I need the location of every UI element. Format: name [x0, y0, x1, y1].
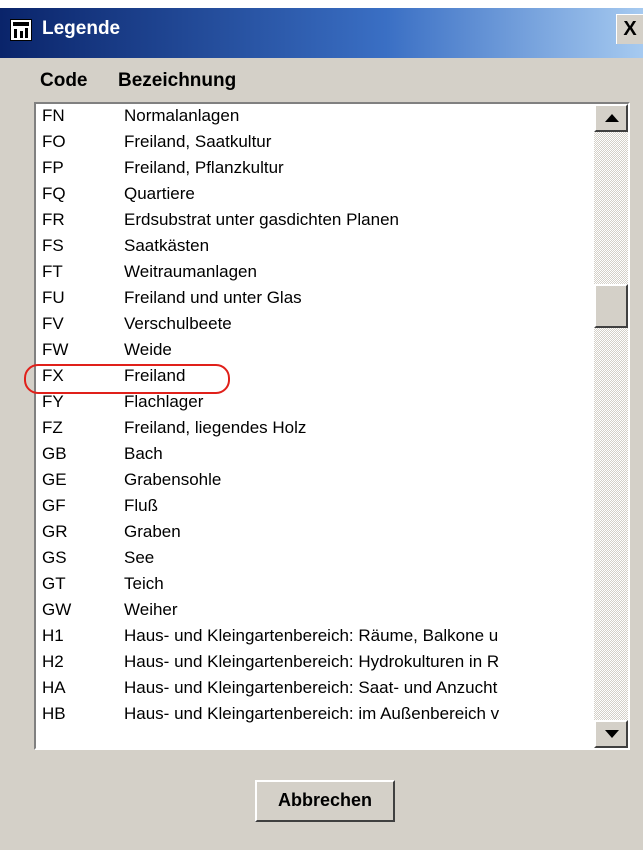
- column-header-code: Code: [40, 70, 88, 91]
- list-item[interactable]: GB Bach: [36, 442, 596, 468]
- list-item-bezeichnung: Flachlager: [124, 392, 204, 411]
- list-item-bezeichnung: Normalanlagen: [124, 106, 240, 125]
- list-item-bezeichnung: Weiher: [124, 600, 178, 619]
- list-item[interactable]: FO Freiland, Saatkultur: [36, 130, 596, 156]
- list-item-code: GW: [42, 600, 72, 619]
- list-item-code: HA: [42, 678, 66, 697]
- title-bar: Legende X: [0, 0, 643, 58]
- list-item-code: H1: [42, 626, 64, 645]
- list-item-bezeichnung: Haus- und Kleingartenbereich: Hydrokultu…: [124, 652, 500, 671]
- list-item-bezeichnung: Grabensohle: [124, 470, 222, 489]
- list-item-bezeichnung: Fluß: [124, 496, 158, 515]
- legend-listbox[interactable]: FN Normalanlagen FO Freiland, Saatkultur FP F…: [34, 102, 630, 750]
- list-item-bezeichnung: Quartiere: [124, 184, 195, 203]
- list-item-code: FS: [42, 236, 64, 255]
- list-item[interactable]: H2 Haus- und Kleingartenbereich: Hydrokul…: [36, 650, 596, 676]
- list-item[interactable]: HB Haus- und Kleingartenbereich: im Außen…: [36, 702, 596, 728]
- list-item-code: FQ: [42, 184, 66, 203]
- list-item[interactable]: FV Verschulbeete: [36, 312, 596, 338]
- arrow-up-icon: [605, 114, 619, 122]
- list-item-code: FN: [42, 106, 65, 125]
- list-item-bezeichnung: Freiland, Saatkultur: [124, 132, 272, 151]
- list-item-bezeichnung: Weide: [124, 340, 172, 359]
- list-item[interactable]: GW Weiher: [36, 598, 596, 624]
- list-item-bezeichnung: Bach: [124, 444, 163, 463]
- list-item[interactable]: H1 Haus- und Kleingartenbereich: Räume, B…: [36, 624, 596, 650]
- list-item[interactable]: HA Haus- und Kleingartenbereich: Saat- un…: [36, 676, 596, 702]
- abbrechen-button[interactable]: Abbrechen: [255, 780, 395, 822]
- highlight-ring: [24, 364, 230, 394]
- list-item-code: GR: [42, 522, 68, 541]
- list-item-bezeichnung: Weitraumanlagen: [124, 262, 257, 281]
- list-item[interactable]: FZ Freiland, liegendes Holz: [36, 416, 596, 442]
- scroll-thumb[interactable]: [594, 284, 628, 328]
- app-icon: [10, 19, 32, 41]
- list-item-bezeichnung: Freiland, liegendes Holz: [124, 418, 307, 437]
- list-item-bezeichnung: Erdsubstrat unter gasdichten Planen: [124, 210, 400, 229]
- list-item-code: FR: [42, 210, 65, 229]
- list-item[interactable]: GE Grabensohle: [36, 468, 596, 494]
- list-item-bezeichnung: Haus- und Kleingartenbereich: im Außenbe…: [124, 704, 500, 723]
- scroll-down-button[interactable]: [594, 720, 628, 748]
- list-item-bezeichnung: Freiland und unter Glas: [124, 288, 302, 307]
- list-item[interactable]: FT Weitraumanlagen: [36, 260, 596, 286]
- legend-list: FN Normalanlagen FO Freiland, Saatkultur FP F…: [36, 104, 596, 728]
- scroll-up-button[interactable]: [594, 104, 628, 132]
- dialog-client-area: Code Bezeichnung FN Normalanlagen FO Freila…: [0, 58, 643, 850]
- list-item-code: FV: [42, 314, 64, 333]
- list-item[interactable]: FQ Quartiere: [36, 182, 596, 208]
- list-item-code: FY: [42, 392, 64, 411]
- list-item[interactable]: FP Freiland, Pflanzkultur: [36, 156, 596, 182]
- title-bar-top-strip: [0, 0, 643, 8]
- list-item-bezeichnung: Teich: [124, 574, 164, 593]
- list-item-code: GE: [42, 470, 67, 489]
- list-item[interactable]: FU Freiland und unter Glas: [36, 286, 596, 312]
- list-item[interactable]: FW Weide: [36, 338, 596, 364]
- column-header-bezeichnung: Bezeichnung: [118, 70, 237, 91]
- list-item[interactable]: GS See: [36, 546, 596, 572]
- vertical-scrollbar[interactable]: [594, 104, 628, 748]
- list-item-code: FZ: [42, 418, 63, 437]
- list-item[interactable]: GR Graben: [36, 520, 596, 546]
- list-item-bezeichnung: See: [124, 548, 155, 567]
- list-item[interactable]: FN Normalanlagen: [36, 104, 596, 130]
- list-item[interactable]: GT Teich: [36, 572, 596, 598]
- list-item-code: FO: [42, 132, 66, 151]
- list-item-bezeichnung: Haus- und Kleingartenbereich: Saat- und …: [124, 678, 498, 697]
- list-item-code: FT: [42, 262, 63, 281]
- list-item-code: H2: [42, 652, 64, 671]
- list-item-code: FW: [42, 340, 69, 359]
- list-item-bezeichnung: Haus- und Kleingartenbereich: Räume, Bal…: [124, 626, 499, 645]
- list-item-bezeichnung: Verschulbeete: [124, 314, 232, 333]
- list-item-code: FP: [42, 158, 64, 177]
- list-item[interactable]: FR Erdsubstrat unter gasdichten Planen: [36, 208, 596, 234]
- window-title: Legende: [42, 18, 121, 39]
- list-item-bezeichnung: Freiland, Pflanzkultur: [124, 158, 284, 177]
- column-header-row: Code Bezeichnung: [0, 58, 643, 102]
- list-item[interactable]: FS Saatkästen: [36, 234, 596, 260]
- list-item-bezeichnung: Graben: [124, 522, 181, 541]
- list-item[interactable]: GF Fluß: [36, 494, 596, 520]
- arrow-down-icon: [605, 730, 619, 738]
- list-item-code: GT: [42, 574, 66, 593]
- list-item-code: FU: [42, 288, 65, 307]
- list-item-code: GS: [42, 548, 67, 567]
- list-item-code: HB: [42, 704, 66, 723]
- close-button[interactable]: X: [616, 14, 643, 44]
- list-item-code: GF: [42, 496, 66, 515]
- list-item-bezeichnung: Saatkästen: [124, 236, 210, 255]
- list-item-code: GB: [42, 444, 67, 463]
